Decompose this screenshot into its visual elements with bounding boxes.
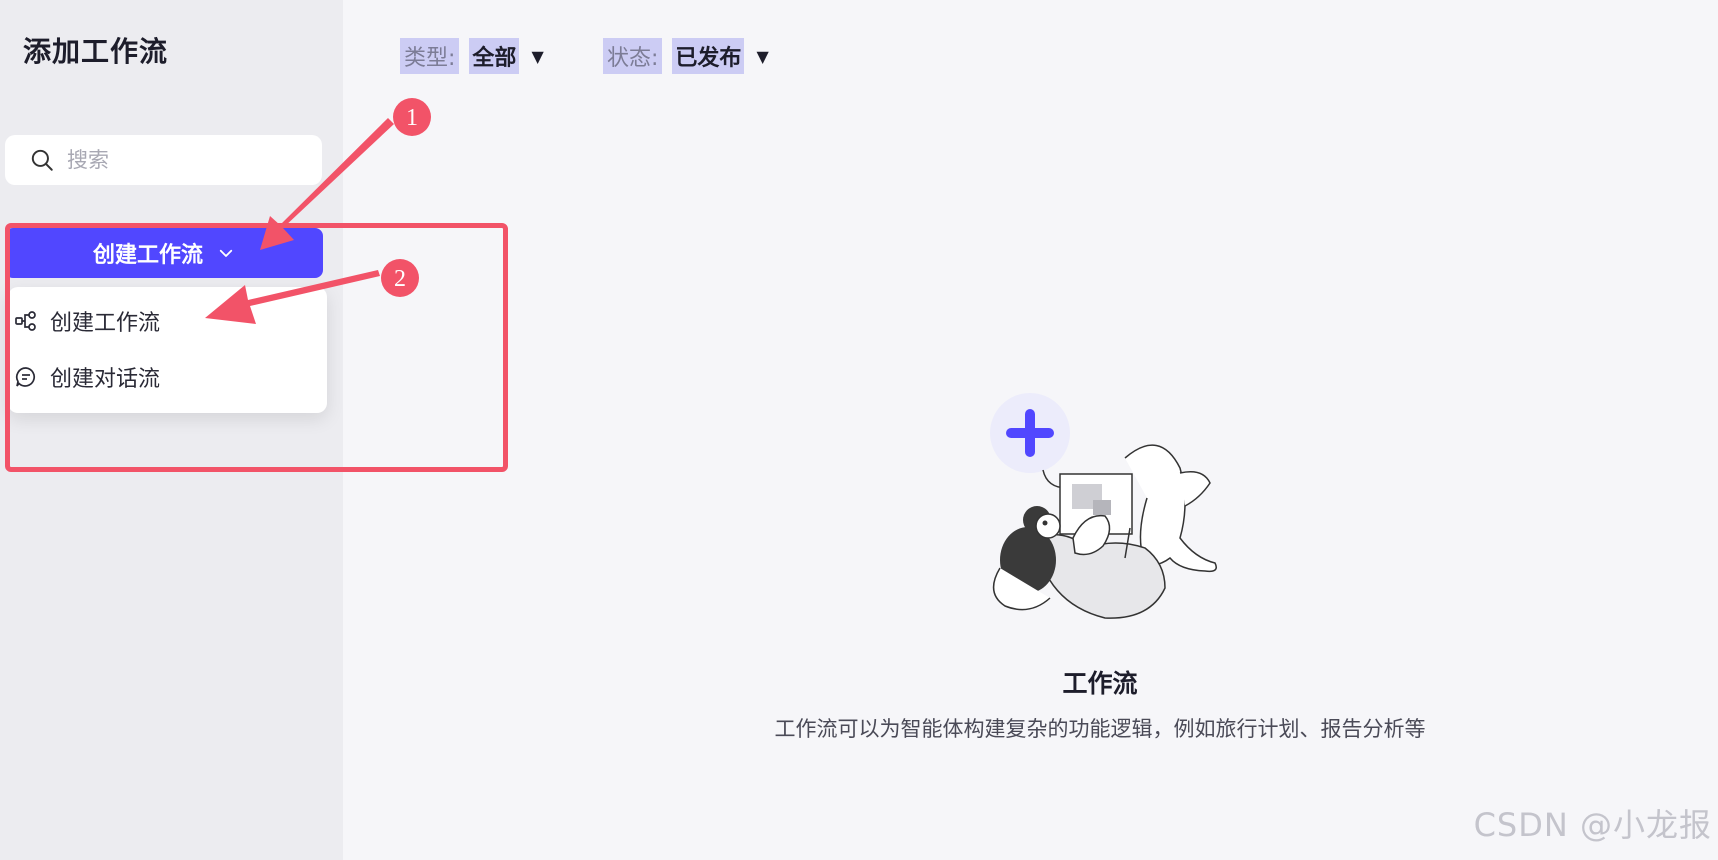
annotation-marker-2-label: 2 (394, 266, 406, 292)
chat-icon (15, 367, 35, 387)
type-filter-label: 类型: (400, 38, 460, 74)
search-input[interactable] (67, 148, 307, 172)
watermark: CSDN @小龙报 (1473, 806, 1712, 844)
search-box[interactable] (5, 135, 322, 185)
chevron-down-icon (219, 249, 233, 257)
search-icon (31, 149, 53, 171)
create-workflow-button-label: 创建工作流 (92, 243, 203, 268)
annotation-marker-1-label: 1 (406, 105, 418, 131)
status-filter-value: 已发布 (672, 38, 745, 74)
annotation-marker-2 (381, 259, 419, 297)
type-filter-value: 全部 (469, 38, 520, 74)
create-workflow-button[interactable]: 创建工作流 (5, 228, 323, 278)
type-filter[interactable]: 类型: 全部 ▼ (400, 38, 544, 74)
caret-down-icon: ▼ (756, 46, 769, 66)
status-filter-label: 状态: (603, 38, 663, 74)
annotation-marker-1 (393, 98, 431, 136)
workflow-icon (15, 311, 36, 331)
sidebar-title: 添加工作流 (23, 35, 169, 68)
menu-item-create-chatflow[interactable]: 创建对话流 (14, 357, 314, 397)
menu-item-label: 创建对话流 (50, 367, 161, 392)
menu-item-label: 创建工作流 (50, 311, 161, 336)
empty-state-illustration (990, 393, 1217, 619)
empty-state-title: 工作流 (1062, 669, 1138, 698)
status-filter[interactable]: 状态: 已发布 ▼ (603, 38, 769, 74)
menu-item-create-workflow[interactable]: 创建工作流 (14, 301, 314, 341)
caret-down-icon: ▼ (531, 46, 544, 66)
empty-state-description: 工作流可以为智能体构建复杂的功能逻辑，例如旅行计划、报告分析等 (774, 717, 1426, 741)
create-dropdown-menu: 创建工作流 创建对话流 (8, 287, 327, 413)
